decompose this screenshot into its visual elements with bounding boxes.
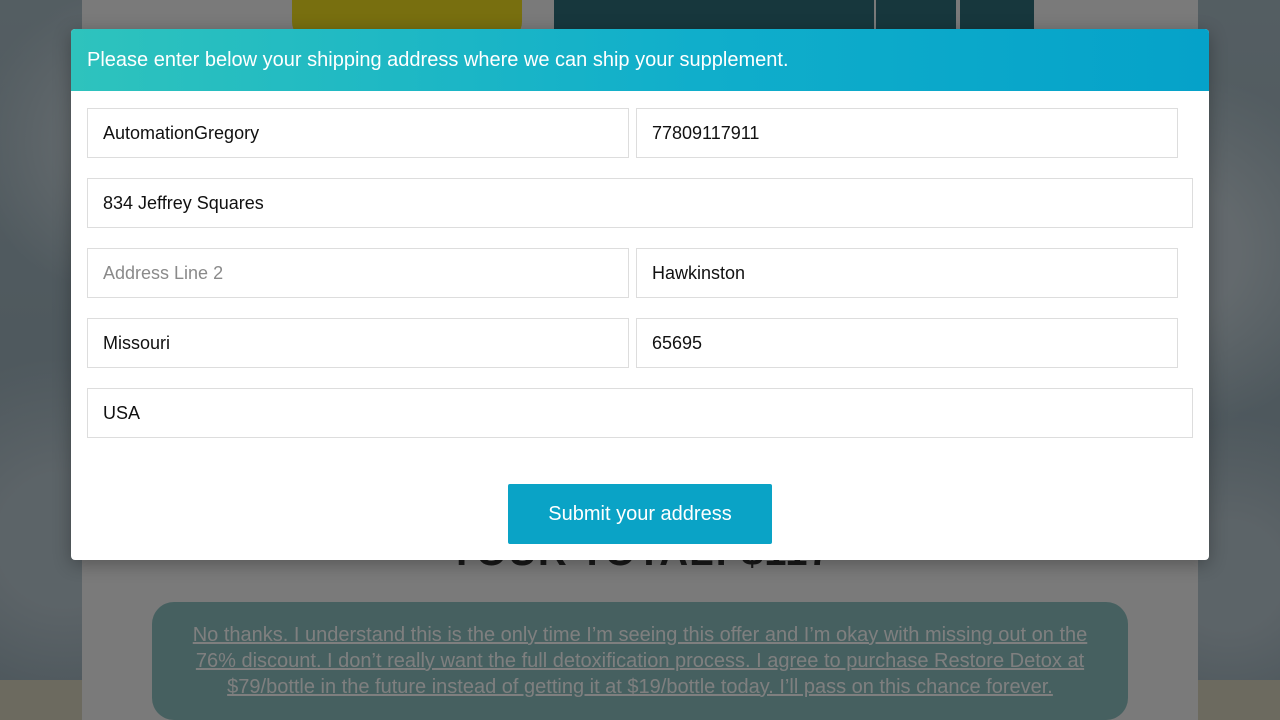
city-input[interactable] — [636, 248, 1178, 298]
modal-header: Please enter below your shipping address… — [71, 29, 1209, 91]
phone-input[interactable] — [636, 108, 1178, 158]
address-line-2-input[interactable] — [87, 248, 629, 298]
zip-code-input[interactable] — [636, 318, 1178, 368]
state-input[interactable] — [87, 318, 629, 368]
modal-header-text: Please enter below your shipping address… — [87, 48, 789, 71]
submit-address-button[interactable]: Submit your address — [508, 484, 772, 544]
address-line-1-input[interactable] — [87, 178, 1193, 228]
shipping-address-modal: Please enter below your shipping address… — [71, 29, 1209, 560]
country-input[interactable] — [87, 388, 1193, 438]
full-name-input[interactable] — [87, 108, 629, 158]
